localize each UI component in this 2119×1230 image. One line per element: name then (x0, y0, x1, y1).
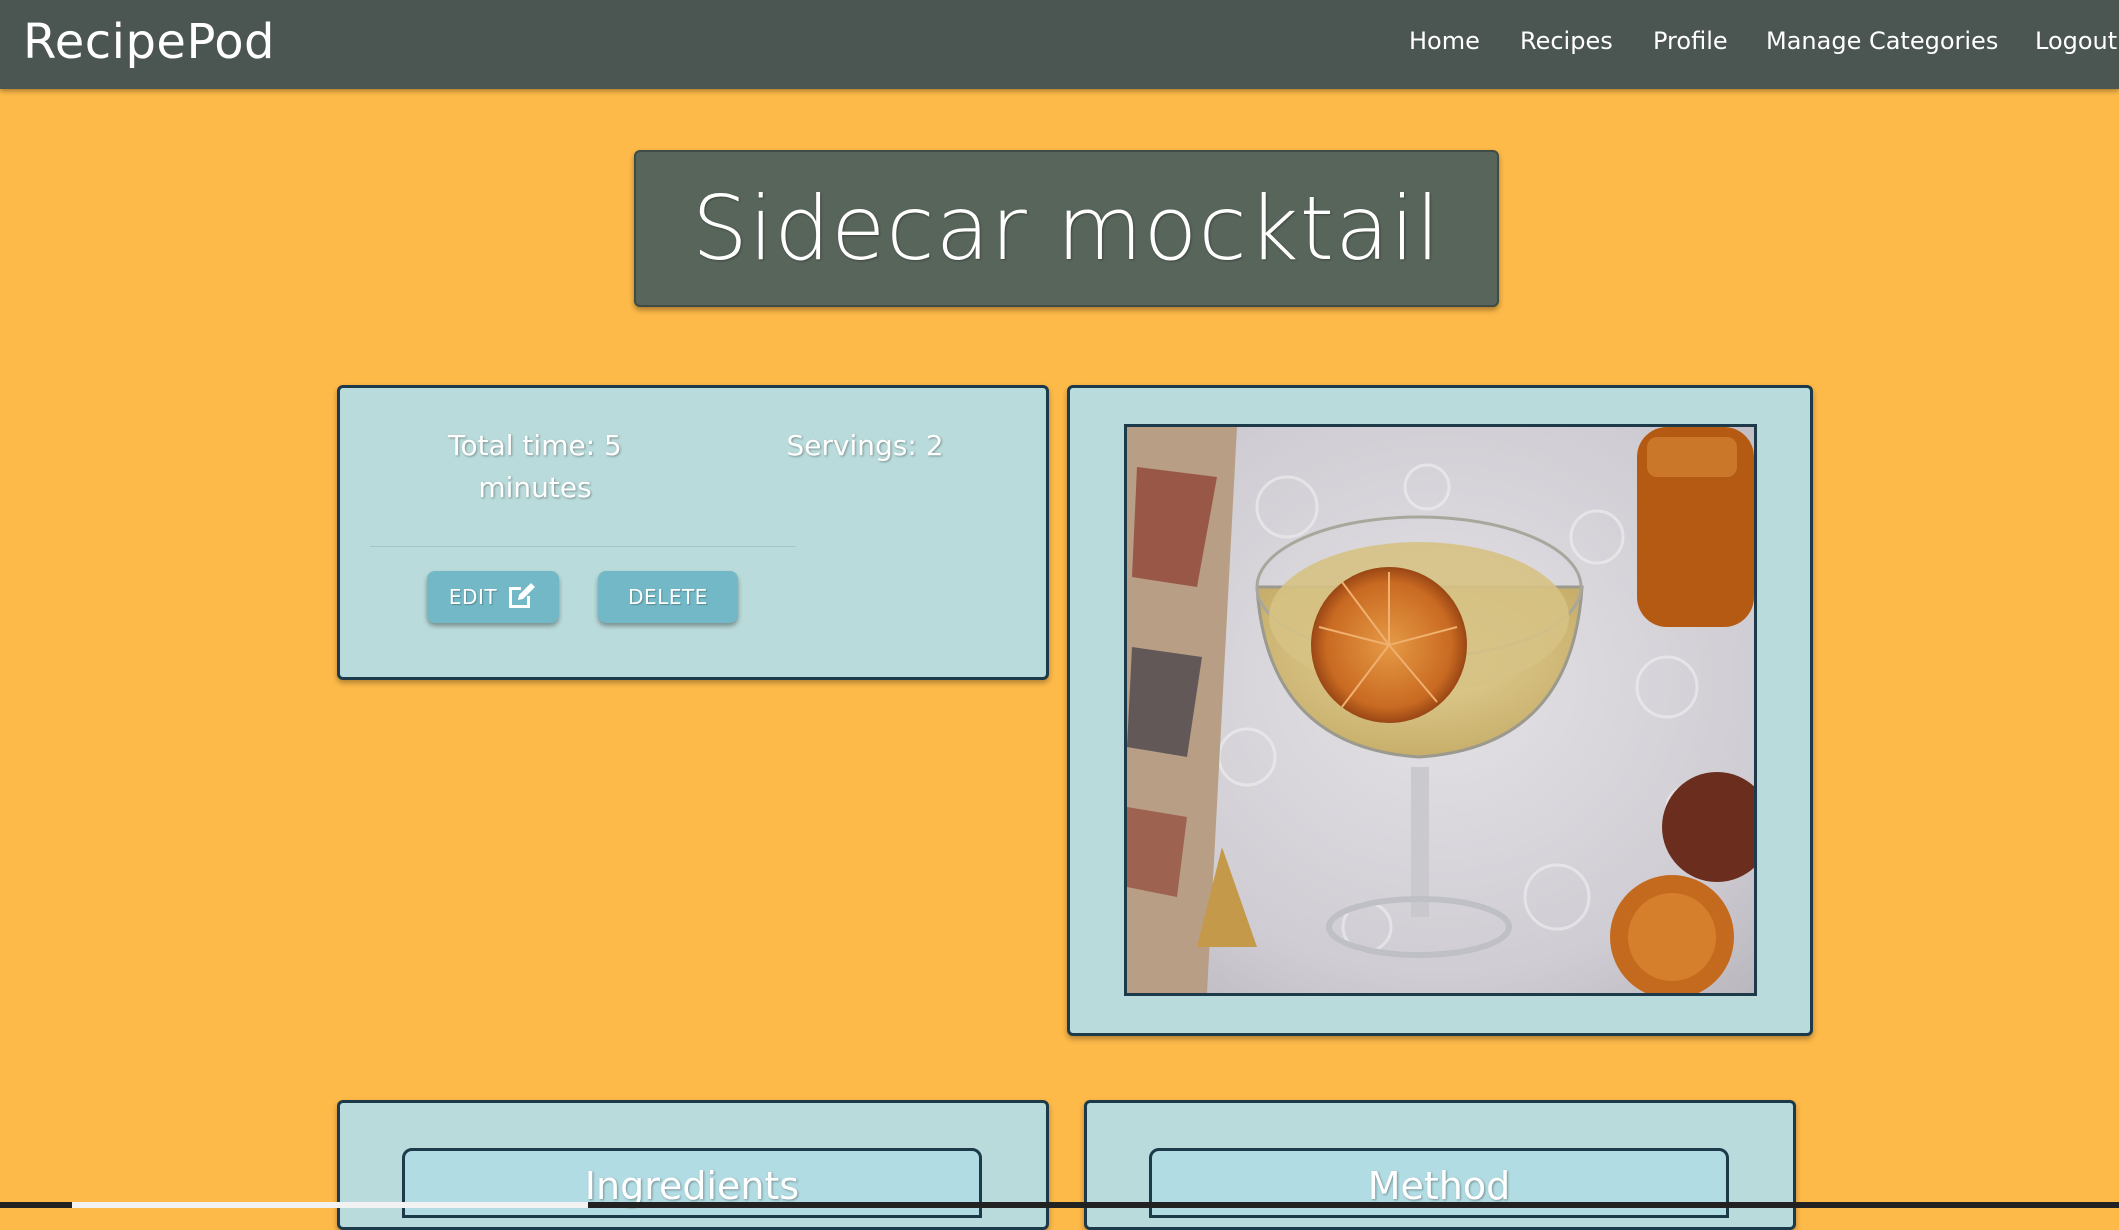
edit-button-label: EDIT (448, 585, 498, 609)
recipe-info-panel: Total time: 5 minutes Servings: 2 EDIT D… (337, 385, 1049, 680)
method-panel: Method (1084, 1100, 1796, 1230)
recipe-photo (1124, 424, 1757, 996)
total-time: Total time: 5 minutes (448, 429, 622, 504)
brand-logo[interactable]: RecipePod (23, 14, 275, 70)
servings: Servings: 2 (786, 429, 944, 462)
scrollbar-thumb[interactable] (72, 1202, 588, 1208)
divider (370, 546, 796, 547)
edit-button[interactable]: EDIT (427, 571, 559, 623)
nav-link-logout[interactable]: Logout (2035, 24, 2117, 58)
nav-link-recipes[interactable]: Recipes (1520, 24, 1613, 58)
nav-link-profile[interactable]: Profile (1653, 24, 1728, 58)
ingredients-panel: Ingredients (337, 1100, 1049, 1230)
navbar: RecipePod Home Recipes Profile Manage Ca… (0, 0, 2119, 89)
recipe-image-panel (1067, 385, 1813, 1036)
edit-icon (505, 579, 537, 616)
recipe-title: Sidecar mocktail (691, 177, 1441, 280)
delete-button[interactable]: DELETE (598, 571, 738, 623)
nav-link-home[interactable]: Home (1409, 24, 1480, 58)
recipe-title-card: Sidecar mocktail (634, 150, 1499, 307)
nav-link-manage-categories[interactable]: Manage Categories (1766, 24, 1998, 58)
